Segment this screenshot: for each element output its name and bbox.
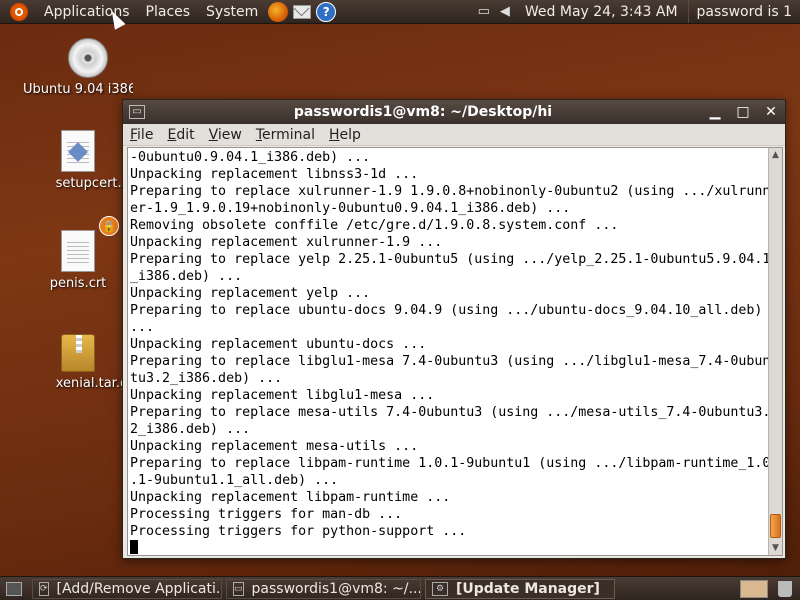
terminal-line: Unpacking replacement libglu1-mesa ... [130,388,435,403]
terminal-line: Processing triggers for python-support .… [130,524,467,539]
menu-view[interactable]: View [202,127,249,143]
terminal-line: Processing triggers for man-db ... [130,507,403,522]
terminal-line: Unpacking replacement mesa-utils ... [130,439,419,454]
menu-terminal[interactable]: Terminal [249,127,322,143]
help-icon[interactable]: ? [316,1,337,22]
menu-system[interactable]: System [198,4,266,20]
maximize-icon[interactable]: □ [729,104,757,120]
terminal-line: Preparing to replace libpam-runtime 1.0.… [130,456,768,471]
terminal-line: _i386.deb) ... [130,269,243,284]
network-icon[interactable]: ▭ [478,4,490,19]
terminal-window: ▭ passwordis1@vm8: ~/Desktop/hi ▁ □ ✕ Fi… [122,99,786,559]
terminal-line: ... [130,320,155,335]
terminal-line: Preparing to replace xulrunner-1.9 1.9.0… [130,184,768,199]
window-title: passwordis1@vm8: ~/Desktop/hi [293,104,553,120]
minimize-icon[interactable]: ▁ [701,104,729,120]
terminal-line: Preparing to replace yelp 2.25.1-0ubuntu… [130,252,768,267]
scroll-down-icon[interactable]: ▼ [769,541,782,555]
package-icon: ⟳ [39,581,49,596]
terminal-text: -0ubuntu0.9.04.1_i386.deb) ... Unpacking… [130,149,768,554]
menu-places[interactable]: Places [138,4,199,20]
terminal-line: Unpacking replacement xulrunner-1.9 ... [130,235,443,250]
terminal-line: Unpacking replacement libnss3-1d ... [130,167,419,182]
desktop-icon-penis-crt[interactable]: 🔒 penis.crt [33,216,123,291]
terminal-line: .1-9ubuntu1.1_all.deb) ... [130,473,339,488]
taskbar-item-update-manager[interactable]: ⚙ [Update Manager] [425,578,615,599]
scroll-up-icon[interactable]: ▲ [769,148,782,162]
lock-icon: 🔒 [99,216,119,236]
desktop-icon-label: penis.crt [49,276,107,291]
task-label: passwordis1@vm8: ~/... [251,580,421,597]
bottom-panel: ⟳ [Add/Remove Applicati... ▭ passwordis1… [0,576,800,600]
show-desktop-icon[interactable] [6,581,22,596]
archive-icon [61,334,95,372]
terminal-output-area[interactable]: -0ubuntu0.9.04.1_i386.deb) ... Unpacking… [127,147,783,556]
desktop-icon-label: Ubuntu 9.04 i386 [23,82,133,97]
user-switcher[interactable]: password is 1 [687,0,800,23]
text-cursor [130,540,138,554]
prompt-line [130,540,768,554]
terminal-line: Preparing to replace libglu1-mesa 7.4-0u… [130,354,768,369]
desktop-icon-setupcert[interactable]: setupcert.s [33,130,128,191]
script-file-icon [61,130,95,172]
cdrom-icon [68,38,108,78]
terminal-line: tu3.2_i386.deb) ... [130,371,283,386]
window-titlebar[interactable]: ▭ passwordis1@vm8: ~/Desktop/hi ▁ □ ✕ [123,100,785,124]
text-file-icon [61,230,95,272]
terminal-line: Unpacking replacement ubuntu-docs ... [130,337,427,352]
mail-icon[interactable] [293,4,312,19]
terminal-line: 2_i386.deb) ... [130,422,251,437]
menu-edit[interactable]: Edit [160,127,201,143]
terminal-line: -0ubuntu0.9.04.1_i386.deb) ... [130,150,371,165]
volume-icon[interactable]: ◀ [500,4,510,19]
terminal-line: Unpacking replacement libpam-runtime ... [130,490,451,505]
task-label: [Add/Remove Applicati... [56,580,222,597]
menu-file[interactable]: File [123,127,160,143]
terminal-line: Preparing to replace ubuntu-docs 9.04.9 … [130,303,763,318]
ubuntu-logo-icon[interactable] [10,2,28,21]
task-label: [Update Manager] [456,580,600,597]
clock[interactable]: Wed May 24, 3:43 AM [515,4,688,20]
desktop-icon-ubuntu-cd[interactable]: Ubuntu 9.04 i386 [23,38,143,97]
taskbar-item-add-remove[interactable]: ⟳ [Add/Remove Applicati... [32,578,222,599]
scrollbar-thumb[interactable] [770,514,781,538]
terminal-scrollbar[interactable]: ▲ ▼ [768,148,782,555]
desktop-icon-xenial-tar[interactable]: xenial.tar.g [33,332,128,391]
workspace-switcher[interactable] [740,579,768,598]
terminal-line: Unpacking replacement yelp ... [130,286,371,301]
terminal-line: er-1.9_1.9.0.19+nobinonly-0ubuntu0.9.04.… [130,201,571,216]
terminal-line: Removing obsolete conffile /etc/gre.d/1.… [130,218,619,233]
terminal-menubar: File Edit View Terminal Help [123,124,785,146]
menu-help[interactable]: Help [322,127,368,143]
window-menu-icon[interactable]: ▭ [129,105,145,119]
trash-icon[interactable] [778,580,792,597]
terminal-icon: ▭ [233,581,244,596]
taskbar-item-terminal[interactable]: ▭ passwordis1@vm8: ~/... [226,578,421,599]
firefox-icon[interactable] [268,1,289,22]
close-icon[interactable]: ✕ [757,104,785,120]
update-icon: ⚙ [432,581,448,596]
terminal-line: Preparing to replace mesa-utils 7.4-0ubu… [130,405,768,420]
